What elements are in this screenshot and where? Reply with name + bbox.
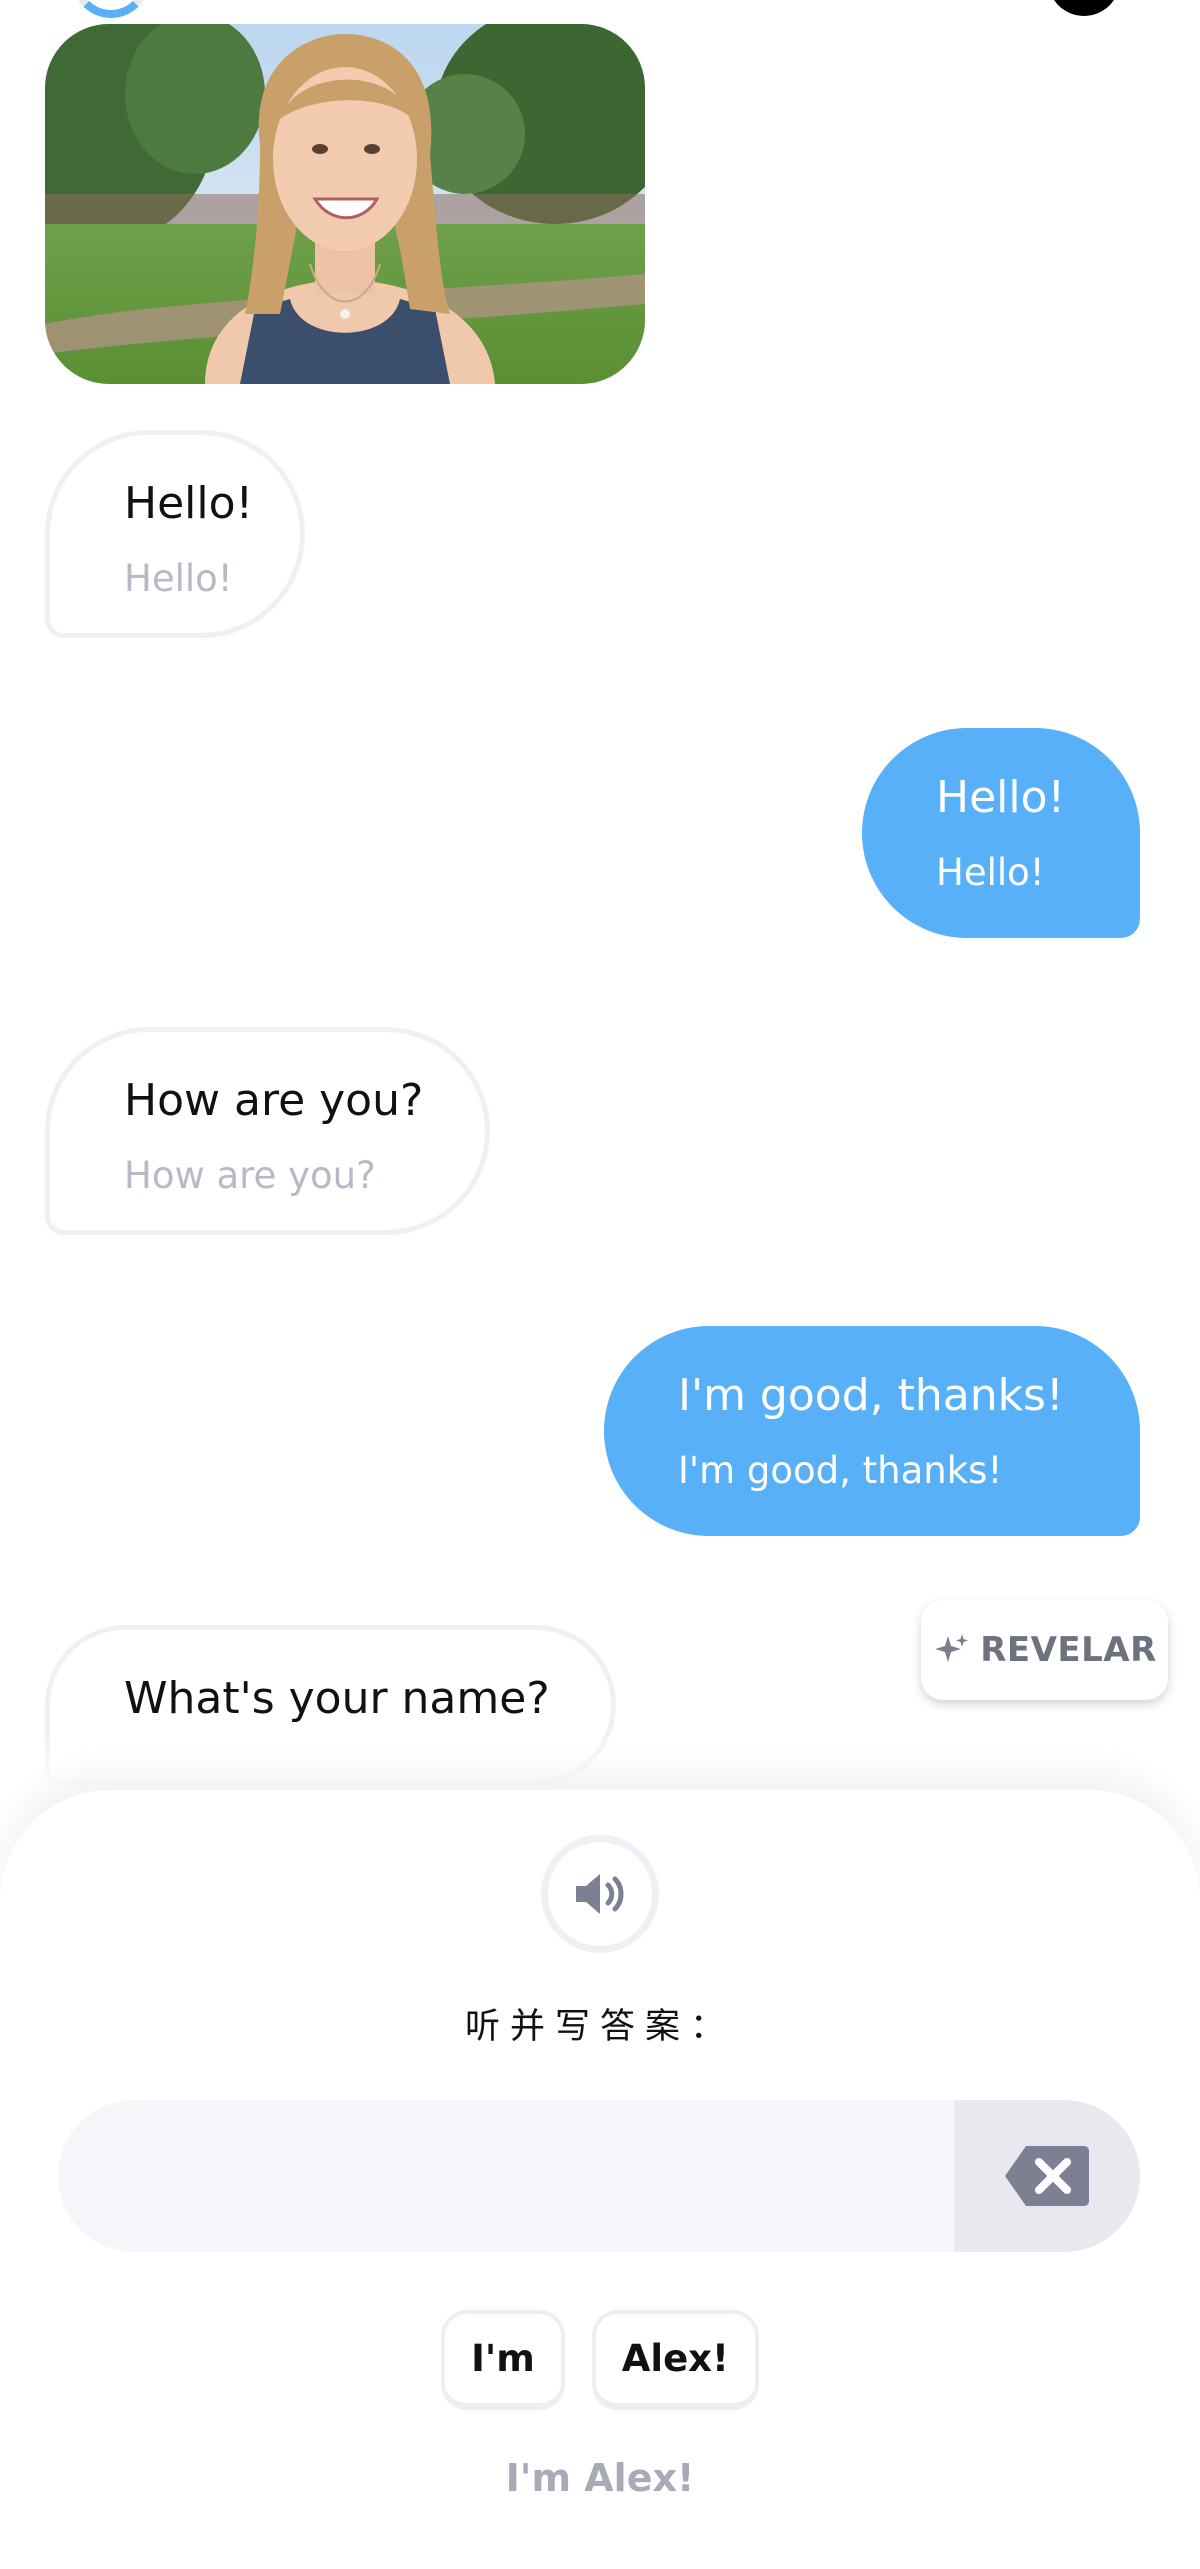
message-text: Hello! xyxy=(936,772,1066,823)
speaker-icon xyxy=(576,1874,624,1914)
answer-sheet: 听并写答案： I'm Alex! I'm Alex! xyxy=(0,1790,1200,2569)
progress-ring xyxy=(72,0,150,18)
message-text: What's your name? xyxy=(124,1673,550,1724)
chat-bubble-outgoing[interactable]: Hello! Hello! xyxy=(862,728,1140,938)
play-audio-button[interactable] xyxy=(541,1835,659,1953)
answer-field xyxy=(58,2100,1140,2252)
message-translation: Hello! xyxy=(124,557,233,600)
word-chip[interactable]: Alex! xyxy=(591,2310,759,2410)
close-icon[interactable] xyxy=(1048,0,1120,16)
message-translation: I'm good, thanks! xyxy=(678,1449,1003,1492)
message-text: I'm good, thanks! xyxy=(678,1370,1064,1421)
clear-answer-button[interactable] xyxy=(954,2100,1140,2252)
message-text: How are you? xyxy=(124,1075,424,1126)
instruction-text: 听并写答案： xyxy=(464,2007,735,2047)
sparkle-icon xyxy=(935,1634,969,1662)
chat-exercise-screen: Hello! Hello! Hello! Hello! How are you?… xyxy=(0,0,1200,2569)
backspace-icon xyxy=(1005,2146,1089,2206)
message-translation: How are you? xyxy=(124,1154,376,1197)
word-chip[interactable]: I'm xyxy=(441,2310,565,2410)
partner-photo xyxy=(45,24,645,384)
word-bank: I'm Alex! xyxy=(0,2310,1200,2410)
chat-bubble-outgoing[interactable]: I'm good, thanks! I'm good, thanks! xyxy=(604,1326,1140,1536)
answer-input[interactable] xyxy=(58,2100,954,2252)
reveal-label: REVELAR xyxy=(980,1630,1157,1670)
chat-bubble-incoming[interactable]: How are you? How are you? xyxy=(45,1027,490,1235)
answer-preview: I'm Alex! xyxy=(505,2456,695,2500)
chat-bubble-incoming[interactable]: Hello! Hello! xyxy=(45,430,305,638)
reveal-button[interactable]: REVELAR xyxy=(921,1600,1168,1700)
message-text: Hello! xyxy=(124,478,254,529)
message-translation: Hello! xyxy=(936,851,1045,894)
scroll-fade xyxy=(0,1730,1200,1790)
